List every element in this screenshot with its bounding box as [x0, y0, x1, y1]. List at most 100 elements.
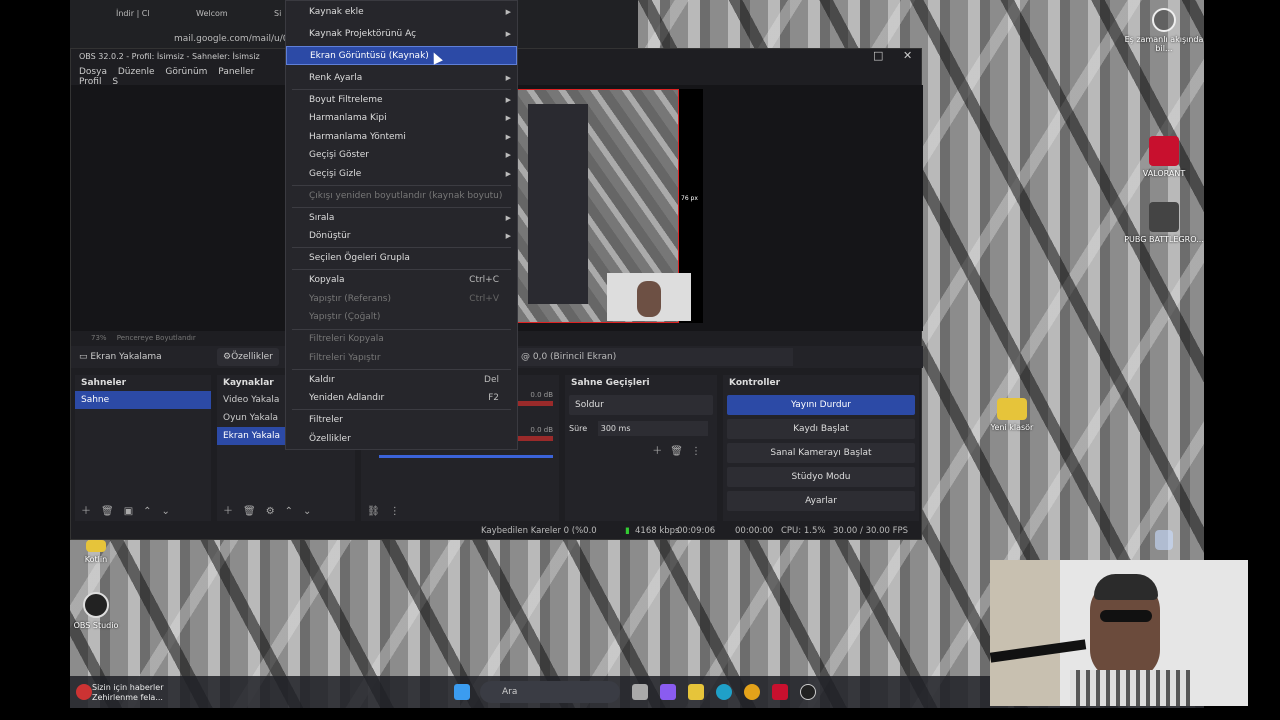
menu-item-label: Filtreleri Kopyala	[309, 334, 384, 344]
desktop-icon-folder[interactable]: Yeni klasör	[972, 398, 1052, 432]
menu-item-label: Çıkışı yeniden boyutlandır (kaynak boyut…	[309, 191, 503, 201]
menu-item-label: Renk Ayarla	[309, 73, 363, 83]
menu-item-screenshot-source[interactable]: Ekran Görüntüsü (Kaynak)	[286, 46, 517, 65]
chrome-tab[interactable]: İndir | Cl	[100, 4, 178, 24]
menu-item-remove[interactable]: Kaldır Del	[286, 371, 517, 390]
menu-item-group-selected[interactable]: Seçilen Ögeleri Grupla	[286, 249, 517, 268]
display-select[interactable]: @ 0,0 (Birincil Ekran)	[517, 348, 793, 366]
menu-item-show-transition[interactable]: Geçişi Göster ▶	[286, 146, 517, 165]
news-subtitle: Zehirlenme fela...	[92, 693, 163, 702]
menu-item-transform[interactable]: Dönüştür ▶	[286, 227, 517, 246]
recycle-bin[interactable]	[1124, 530, 1204, 553]
recycle-bin-icon	[1155, 530, 1173, 550]
desktop-icon-live[interactable]: Eş zamanlı akışında bil...	[1124, 8, 1204, 53]
menu-separator	[292, 89, 511, 90]
menu-edit[interactable]: Düzenle	[118, 67, 155, 77]
menu-item-rename[interactable]: Yeniden Adlandır F2	[286, 389, 517, 408]
search-box[interactable]: Ara	[480, 681, 620, 703]
chevron-right-icon: ▶	[505, 214, 511, 222]
source-tools[interactable]: ＋🗑⚙⌃⌄	[223, 502, 321, 517]
webcam-source[interactable]	[607, 273, 691, 321]
webcam-sweater	[1070, 670, 1190, 706]
desktop-icon-label: Yeni klasör	[990, 423, 1034, 432]
copilot-icon[interactable]	[660, 684, 676, 700]
chrome-icon[interactable]	[744, 684, 760, 700]
chevron-right-icon: ▶	[505, 74, 511, 82]
volume-slider[interactable]	[379, 455, 553, 458]
source-name-label: Ekran Yakalama	[90, 352, 162, 362]
menu-item-add-source[interactable]: Kaynak ekle ▶	[286, 3, 517, 22]
scene-tools[interactable]: ＋🗑▣⌃⌄	[81, 502, 180, 517]
chevron-right-icon: ▶	[505, 232, 511, 240]
menu-separator	[292, 247, 511, 248]
menu-separator	[292, 269, 511, 270]
menu-item-label: Kaynak ekle	[309, 7, 364, 17]
desktop-icon-kotlin[interactable]: Kotlin	[70, 540, 136, 564]
folder-icon	[86, 540, 106, 552]
properties-label: Özellikler	[231, 352, 273, 362]
pubg-icon	[1149, 202, 1179, 232]
edge-icon[interactable]	[716, 684, 732, 700]
maximize-button[interactable]: □	[873, 49, 883, 62]
menu-item-label: Kaldır	[309, 375, 335, 385]
desktop-icon-obs[interactable]: OBS Studio	[70, 592, 136, 630]
properties-button[interactable]: ⚙Özellikler	[217, 348, 279, 366]
address-bar[interactable]: mail.google.com/mail/u/0/	[174, 34, 292, 44]
menu-item-properties[interactable]: Özellikler	[286, 430, 517, 449]
menu-item-hide-transition[interactable]: Geçişi Gizle ▶	[286, 165, 517, 184]
start-icon[interactable]	[454, 684, 470, 700]
transition-tools[interactable]: ＋🗑⋮	[565, 436, 717, 457]
task-view-icon[interactable]	[632, 684, 648, 700]
chevron-right-icon: ▶	[505, 170, 511, 178]
menu-item-label: Sırala	[309, 213, 335, 223]
menu-item-blend-mode[interactable]: Harmanlama Kipi ▶	[286, 109, 517, 128]
stream-time: 00:09:06	[677, 526, 716, 536]
duration-input[interactable]: 300 ms	[597, 421, 708, 436]
menu-docks[interactable]: Paneller	[218, 67, 254, 77]
menu-file[interactable]: Dosya	[79, 67, 107, 77]
menu-item-order[interactable]: Sırala ▶	[286, 209, 517, 228]
scene-item[interactable]: Sahne	[75, 391, 211, 409]
desktop-icon-label: Kotlin	[84, 555, 108, 564]
menu-item-label: Geçişi Gizle	[309, 169, 362, 179]
menu-item-blend-method[interactable]: Harmanlama Yöntemi ▶	[286, 128, 517, 147]
settings-button[interactable]: Ayarlar	[727, 491, 915, 511]
mixer-tools[interactable]: ⛓⋮	[367, 506, 410, 517]
zoom-level[interactable]: 73%	[91, 334, 107, 342]
stop-stream-button[interactable]: Yayını Durdur	[727, 395, 915, 415]
obs-taskbar-icon[interactable]	[800, 684, 816, 700]
zoom-mode[interactable]: Pencereye Boyutlandır	[117, 334, 196, 342]
folder-icon	[997, 398, 1027, 420]
scenes-dock: Sahneler Sahne ＋🗑▣⌃⌄	[75, 375, 211, 521]
menu-separator	[292, 185, 511, 186]
desktop-icon-valorant[interactable]: VALORANT	[1124, 136, 1204, 178]
chrome-tab[interactable]: Welcom	[180, 4, 254, 24]
chevron-right-icon: ▶	[505, 96, 511, 104]
gear-icon: ⚙	[223, 352, 232, 362]
menu-item-set-color[interactable]: Renk Ayarla ▶	[286, 69, 517, 88]
start-recording-button[interactable]: Kaydı Başlat	[727, 419, 915, 439]
menu-item-scale-filtering[interactable]: Boyut Filtreleme ▶	[286, 91, 517, 110]
start-virtual-camera-button[interactable]: Sanal Kamerayı Başlat	[727, 443, 915, 463]
menu-item-label: Yapıştır (Referans)	[309, 294, 391, 304]
desktop-icon-pubg[interactable]: PUBG BATTLEGRO...	[1124, 202, 1204, 244]
rec-time: 00:00:00	[735, 526, 774, 536]
menu-item-copy[interactable]: Kopyala Ctrl+C	[286, 271, 517, 290]
transition-select[interactable]: Soldur	[569, 395, 713, 415]
menu-item-filters[interactable]: Filtreler	[286, 411, 517, 430]
menu-item-label: Özellikler	[309, 434, 351, 444]
dock-title: Sahneler	[81, 378, 127, 388]
news-title: Sizin için haberler	[92, 683, 164, 692]
studio-mode-button[interactable]: Stüdyo Modu	[727, 467, 915, 487]
status-bar: Kaybedilen Kareler 0 (%0.0 ▮ 4168 kbps 0…	[71, 523, 923, 539]
menu-item-paste-filters: Filtreleri Yapıştır	[286, 349, 517, 368]
preview-canvas[interactable]: 76 px	[517, 89, 703, 323]
menu-item-open-projector[interactable]: Kaynak Projektörünü Aç ▶	[286, 25, 517, 44]
menu-view[interactable]: Görünüm	[165, 67, 207, 77]
file-explorer-icon[interactable]	[688, 684, 704, 700]
close-button[interactable]: ✕	[903, 49, 912, 62]
news-widget[interactable]: Sizin için haberler Zehirlenme fela...	[92, 683, 164, 703]
fps: 30.00 / 30.00 FPS	[833, 526, 909, 536]
menu-item-resize-output: Çıkışı yeniden boyutlandır (kaynak boyut…	[286, 187, 517, 206]
valorant-taskbar-icon[interactable]	[772, 684, 788, 700]
